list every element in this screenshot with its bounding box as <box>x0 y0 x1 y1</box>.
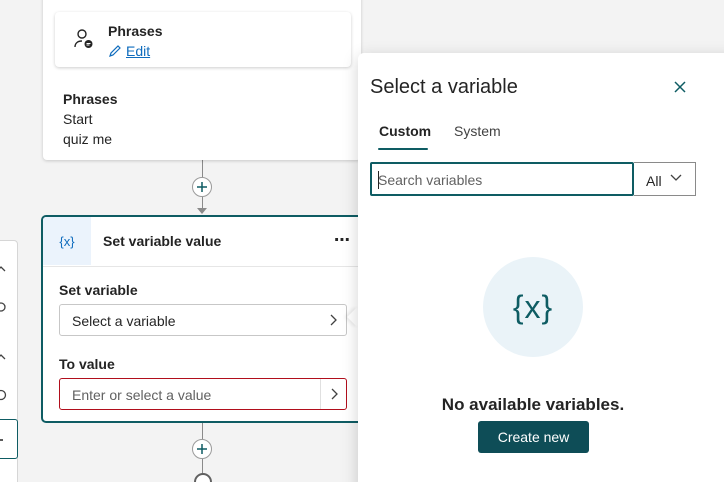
to-value-placeholder: Enter or select a value <box>72 387 212 403</box>
person-chat-icon <box>74 29 93 48</box>
set-variable-node-card[interactable]: {x} Set variable value ⋯ Set variable Se… <box>41 215 363 423</box>
chevron-right-icon <box>331 388 338 400</box>
chevron-down-icon <box>670 174 682 181</box>
connector-line-bottom <box>202 423 203 439</box>
end-node-circle <box>194 473 212 482</box>
chevron-up-icon[interactable] <box>0 351 7 363</box>
add-node-button-bottom[interactable] <box>192 439 212 459</box>
empty-state-variable-icon: {x} <box>483 257 583 357</box>
select-variable-panel: Select a variable Custom System All {x} … <box>358 53 724 482</box>
panel-title: Select a variable <box>370 76 518 98</box>
tab-system[interactable]: System <box>454 123 501 139</box>
connector-line-top <box>202 160 203 178</box>
set-variable-label: Set variable <box>59 282 138 298</box>
set-variable-title: Set variable value <box>103 233 222 249</box>
to-value-field[interactable]: Enter or select a value <box>59 378 347 410</box>
phrases-heading: Phrases <box>63 91 118 107</box>
connector-arrow-icon <box>197 208 207 214</box>
edit-trigger-link[interactable]: Edit <box>108 43 150 59</box>
select-variable-value: Select a variable <box>72 313 176 329</box>
phrase-item: Start <box>63 111 93 127</box>
select-variable-field[interactable]: Select a variable <box>59 304 347 336</box>
tab-custom[interactable]: Custom <box>379 123 431 139</box>
filter-value: All <box>646 173 662 189</box>
phrase-item: quiz me <box>63 131 113 147</box>
edit-link-label: Edit <box>126 43 151 59</box>
empty-state-message: No available variables. <box>441 395 625 414</box>
close-icon[interactable] <box>672 79 688 95</box>
filter-dropdown[interactable]: All <box>634 162 696 196</box>
variable-icon: {x} <box>43 217 91 265</box>
left-toolbar-selected-item[interactable] <box>0 419 18 459</box>
dash-icon <box>0 439 3 441</box>
history-icon[interactable] <box>0 389 7 401</box>
search-variables-box[interactable] <box>370 162 634 196</box>
create-new-button[interactable]: Create new <box>478 421 589 453</box>
add-node-button-top[interactable] <box>192 177 212 197</box>
trigger-summary-box: Phrases Edit <box>55 12 351 67</box>
active-tab-indicator <box>378 148 428 150</box>
set-variable-header: {x} Set variable value ⋯ <box>43 217 361 267</box>
to-value-label: To value <box>59 356 115 372</box>
trigger-node-card[interactable]: Phrases Edit Phrases Start quiz me <box>43 0 361 160</box>
trigger-title: Phrases <box>108 23 163 39</box>
chevron-up-icon[interactable] <box>0 263 7 275</box>
plus-icon <box>197 444 207 454</box>
pencil-icon <box>109 45 121 57</box>
more-options-button[interactable]: ⋯ <box>334 230 351 250</box>
target-icon[interactable] <box>0 301 7 313</box>
search-variables-input[interactable] <box>378 170 618 190</box>
plus-icon <box>197 182 207 192</box>
chevron-right-icon <box>330 314 337 326</box>
text-caret <box>378 171 379 189</box>
